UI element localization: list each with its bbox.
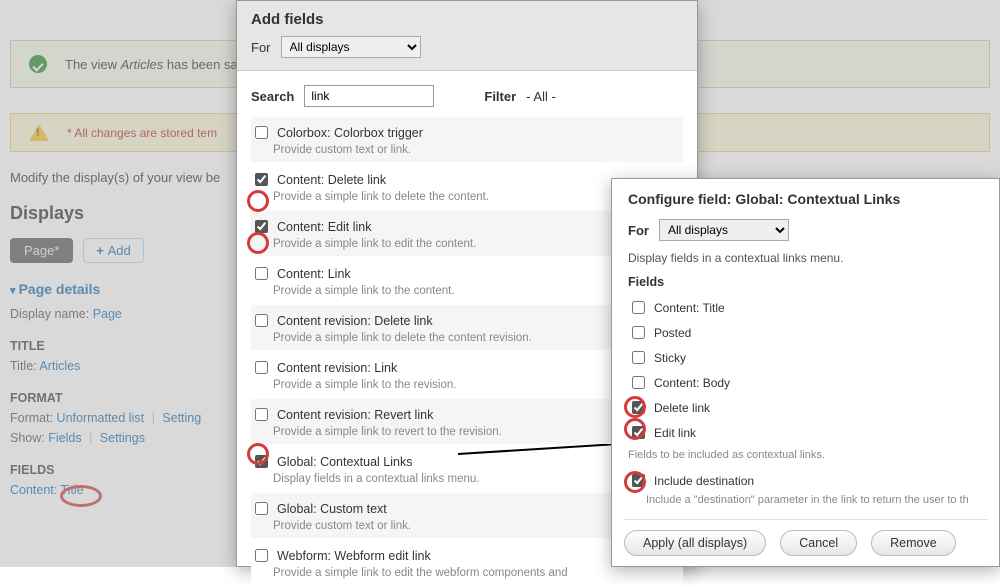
field-title: Content revision: Link [277, 361, 397, 375]
annotation-circle [247, 232, 269, 254]
cancel-button[interactable]: Cancel [780, 530, 857, 556]
configure-for-select[interactable]: All displays [659, 219, 789, 241]
configure-field-checkbox[interactable] [632, 301, 645, 314]
configure-field-checkbox[interactable] [632, 376, 645, 389]
field-checkbox[interactable] [255, 502, 268, 515]
filter-value[interactable]: - All - [526, 89, 556, 104]
field-description: Provide a simple link to edit the webfor… [273, 567, 683, 579]
apply-button[interactable]: Apply (all displays) [624, 530, 766, 556]
search-label: Search [251, 89, 294, 104]
include-destination-label[interactable]: Include destination [654, 474, 754, 488]
field-description: Provide custom text or link. [273, 144, 683, 156]
search-filter-row: Search Filter - All - [237, 71, 697, 117]
configure-field-checkbox[interactable] [632, 326, 645, 339]
field-row[interactable]: Colorbox: Colorbox trigger Provide custom… [251, 117, 683, 162]
configure-field-checkbox[interactable] [632, 351, 645, 364]
configure-field-item[interactable]: Edit link [628, 420, 983, 445]
configure-fields-help: Fields to be included as contextual link… [628, 449, 983, 461]
dialog-title: Add fields [251, 11, 683, 28]
configure-field-dialog: Configure field: Global: Contextual Link… [611, 178, 1000, 567]
filter-label: Filter [484, 89, 516, 104]
configure-field-label: Content: Title [654, 301, 725, 315]
field-title: Content: Delete link [277, 173, 386, 187]
field-title: Content: Edit link [277, 220, 372, 234]
field-title: Content revision: Delete link [277, 314, 433, 328]
for-row: For All displays [251, 36, 683, 58]
remove-button[interactable]: Remove [871, 530, 956, 556]
field-title: Colorbox: Colorbox trigger [277, 126, 423, 140]
field-checkbox[interactable] [255, 361, 268, 374]
annotation-circle [624, 396, 646, 418]
annotation-circle [247, 443, 269, 465]
field-title: Webform: Webform edit link [277, 549, 431, 563]
configure-title: Configure field: Global: Contextual Link… [628, 191, 983, 207]
for-select[interactable]: All displays [281, 36, 421, 58]
configure-field-item[interactable]: Sticky [628, 345, 983, 370]
configure-fields-heading: Fields [628, 275, 983, 289]
configure-for-label: For [628, 223, 649, 238]
configure-field-label: Content: Body [654, 376, 730, 390]
field-title: Content revision: Revert link [277, 408, 433, 422]
annotation-circle [624, 471, 646, 493]
configure-field-item[interactable]: Content: Title [628, 295, 983, 320]
configure-field-item[interactable]: Posted [628, 320, 983, 345]
configure-fields-list: Content: Title Posted Sticky Content: Body D… [628, 295, 983, 445]
configure-field-label: Delete link [654, 401, 710, 415]
field-checkbox[interactable] [255, 549, 268, 562]
configure-field-label: Sticky [654, 351, 686, 365]
search-input[interactable] [304, 85, 434, 107]
field-checkbox[interactable] [255, 267, 268, 280]
field-checkbox[interactable] [255, 408, 268, 421]
configure-description: Display fields in a contextual links men… [628, 251, 983, 265]
field-title: Global: Contextual Links [277, 455, 413, 469]
dialog-actions: Apply (all displays) Cancel Remove [624, 519, 987, 556]
include-destination-help: Include a "destination" parameter in the… [646, 494, 983, 506]
annotation-circle [247, 190, 269, 212]
configure-field-label: Edit link [654, 426, 696, 440]
field-checkbox[interactable] [255, 126, 268, 139]
field-checkbox[interactable] [255, 314, 268, 327]
configure-field-item[interactable]: Delete link [628, 395, 983, 420]
configure-field-item[interactable]: Content: Body [628, 370, 983, 395]
annotation-circle [624, 418, 646, 440]
dialog-header: Add fields For All displays [237, 1, 697, 71]
field-title: Global: Custom text [277, 502, 387, 516]
for-label: For [251, 40, 271, 55]
configure-for-row: For All displays [628, 219, 983, 241]
configure-field-label: Posted [654, 326, 691, 340]
field-checkbox[interactable] [255, 173, 268, 186]
field-title: Content: Link [277, 267, 351, 281]
